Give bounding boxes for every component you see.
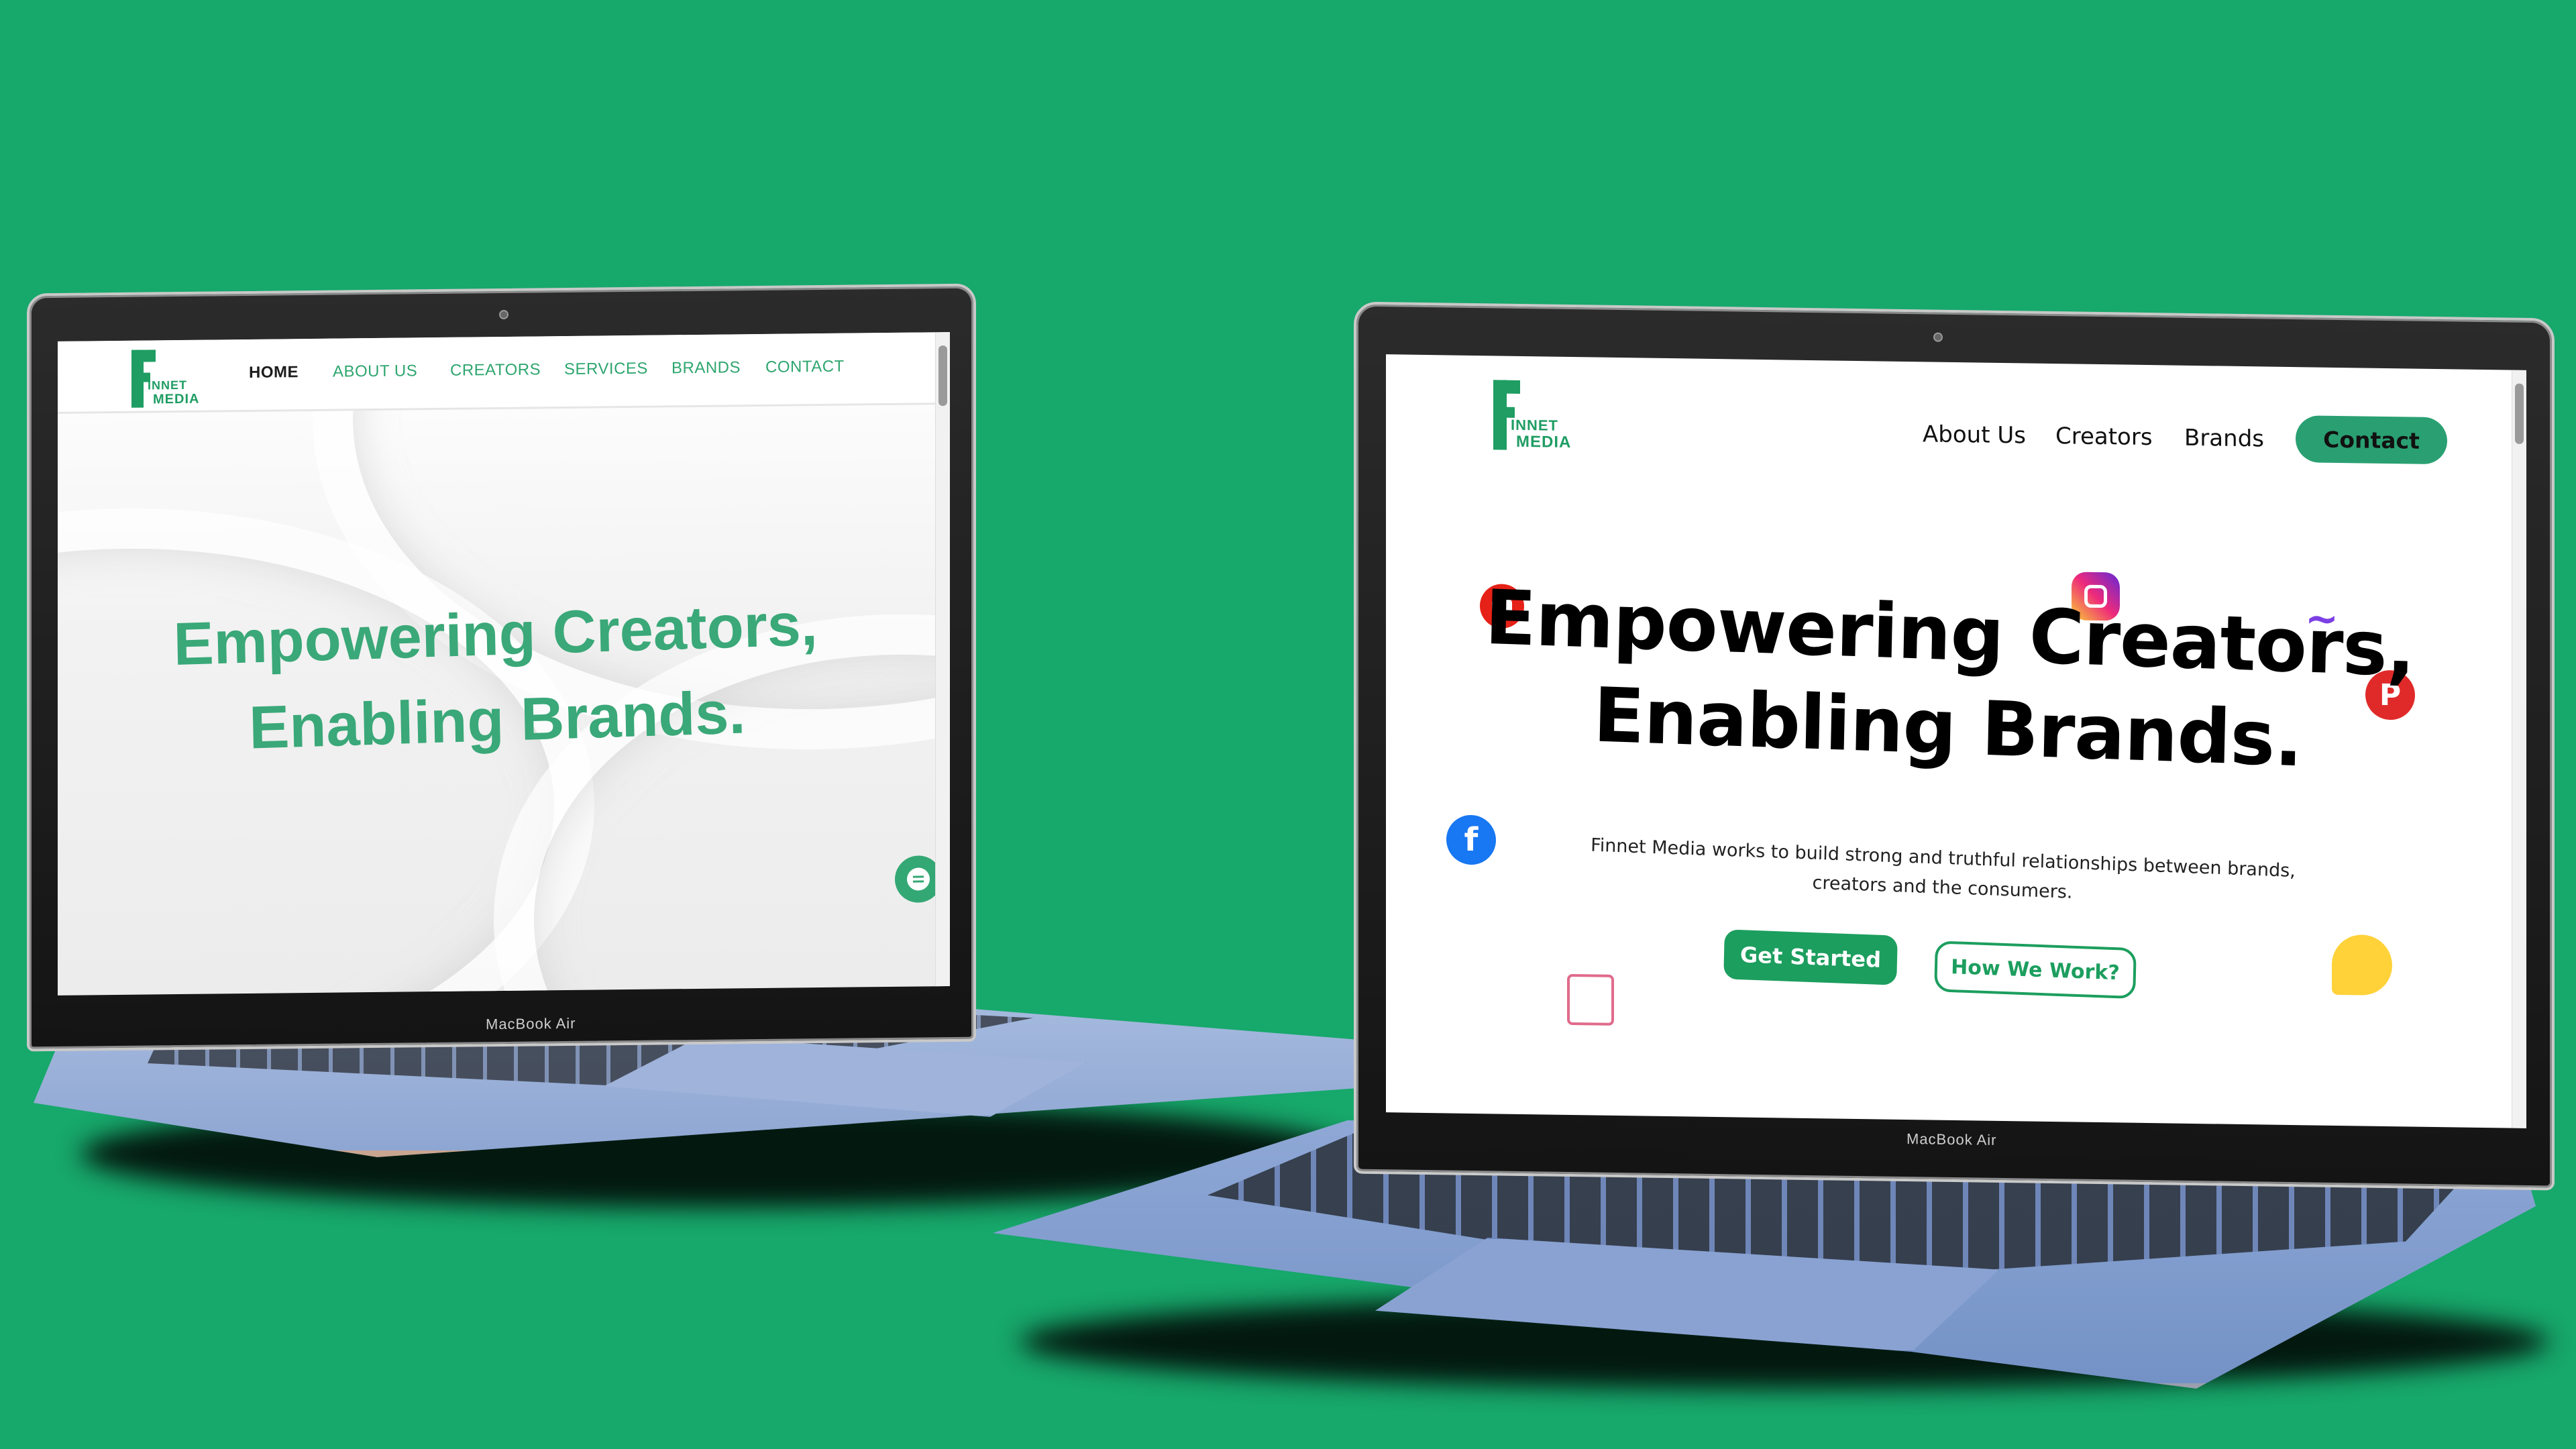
chat-bubble-icon bbox=[907, 867, 930, 891]
logo-text-line2: MEDIA bbox=[153, 391, 200, 407]
logo-text-line1: INNET bbox=[148, 378, 187, 392]
nav-link-brands[interactable]: BRANDS bbox=[672, 358, 741, 378]
left-scrollbar-thumb[interactable] bbox=[938, 345, 947, 407]
logo-f-top-bar bbox=[1493, 380, 1520, 394]
left-laptop-screen: INNET MEDIA HOME ABOUT US CREATORS SERVI… bbox=[58, 331, 950, 996]
party-icon bbox=[2332, 934, 2392, 996]
logo-f-top-bar bbox=[131, 350, 156, 362]
nav-link-creators[interactable]: CREATORS bbox=[450, 360, 541, 380]
left-scrollbar[interactable] bbox=[935, 331, 950, 987]
left-bezel-label: MacBook Air bbox=[486, 1014, 576, 1033]
facebook-icon: f bbox=[1446, 814, 1496, 865]
left-site-logo[interactable]: INNET MEDIA bbox=[131, 350, 199, 411]
hero-subtext: Finnet Media works to build strong and t… bbox=[1587, 830, 2299, 916]
logo-text-line1: INNET bbox=[1511, 416, 1558, 434]
analytics-icon bbox=[1567, 973, 1614, 1026]
how-we-work-button[interactable]: How We Work? bbox=[1934, 941, 2137, 1000]
right-laptop-camera bbox=[1933, 332, 1943, 342]
right-laptop-screen: INNET MEDIA About Us Creators Brands Con… bbox=[1386, 354, 2526, 1128]
left-laptop-camera bbox=[499, 309, 508, 320]
right-scrollbar-thumb[interactable] bbox=[2515, 383, 2524, 444]
left-laptop-lid: INNET MEDIA HOME ABOUT US CREATORS SERVI… bbox=[27, 283, 976, 1052]
right-site-navbar: INNET MEDIA About Us Creators Brands Con… bbox=[1386, 354, 2526, 465]
nav-link-brands[interactable]: Brands bbox=[2184, 425, 2264, 453]
right-scrollbar[interactable] bbox=[2512, 370, 2526, 1128]
right-bezel-label: MacBook Air bbox=[1907, 1130, 1997, 1148]
logo-text-line2: MEDIA bbox=[1516, 432, 1572, 452]
right-hero-headline: Empowering Creators, Enabling Brands. bbox=[1386, 568, 2514, 794]
nav-link-about-us[interactable]: ABOUT US bbox=[333, 362, 417, 381]
right-site-logo[interactable]: INNET MEDIA bbox=[1493, 380, 1571, 455]
nav-link-contact[interactable]: CONTACT bbox=[765, 358, 845, 377]
left-site-navbar: INNET MEDIA HOME ABOUT US CREATORS SERVI… bbox=[58, 332, 935, 414]
nav-link-creators[interactable]: Creators bbox=[2055, 423, 2153, 451]
right-laptop-lid: INNET MEDIA About Us Creators Brands Con… bbox=[1354, 301, 2555, 1191]
nav-link-about-us[interactable]: About Us bbox=[1923, 421, 2026, 449]
get-started-button[interactable]: Get Started bbox=[1723, 929, 1898, 985]
nav-link-services[interactable]: SERVICES bbox=[564, 360, 648, 379]
nav-link-home[interactable]: HOME bbox=[249, 363, 299, 382]
contact-button[interactable]: Contact bbox=[2296, 415, 2447, 465]
left-hero-headline: Empowering Creators, Enabling Brands. bbox=[58, 578, 937, 777]
